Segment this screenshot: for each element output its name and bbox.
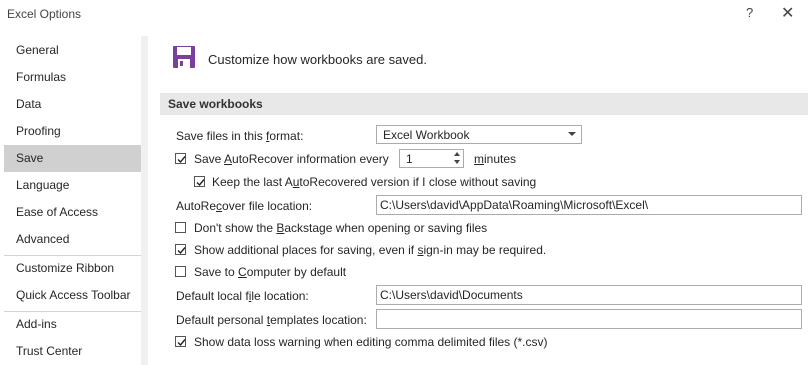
autorecover-location-label: AutoRecover file location:	[176, 199, 313, 213]
backstage-checkbox[interactable]	[175, 222, 186, 233]
sidebar-item-proofing[interactable]: Proofing	[4, 118, 141, 145]
save-format-dropdown[interactable]: Excel Workbook	[376, 125, 582, 144]
page-header: Customize how workbooks are saved.	[208, 52, 427, 67]
data-loss-warning-checkbox[interactable]	[175, 336, 186, 347]
save-format-value: Excel Workbook	[383, 128, 470, 142]
save-format-label: Save files in this format:	[176, 129, 304, 143]
title-bar: Excel Options ? ✕	[0, 0, 808, 30]
close-button[interactable]: ✕	[781, 3, 794, 23]
default-local-location-label: Default local file location:	[176, 289, 309, 303]
save-to-computer-checkbox[interactable]	[175, 266, 186, 277]
section-header: Save workbooks	[160, 93, 808, 115]
autorecover-location-input[interactable]: C:\Users\david\AppData\Roaming\Microsoft…	[376, 195, 802, 215]
autorecover-minutes-spinner[interactable]: 1	[399, 149, 464, 168]
sidebar-item-ease-of-access[interactable]: Ease of Access	[4, 199, 141, 226]
minutes-label: minutes	[474, 152, 517, 166]
default-local-location-input[interactable]: C:\Users\david\Documents	[376, 285, 802, 305]
sidebar-item-add-ins[interactable]: Add-ins	[4, 311, 141, 338]
additional-places-label: Show additional places for saving, even …	[194, 243, 547, 257]
additional-places-checkbox[interactable]	[175, 244, 186, 255]
chevron-down-icon	[568, 132, 576, 136]
sidebar-item-trust-center[interactable]: Trust Center	[4, 338, 141, 365]
sidebar-item-general[interactable]: General	[4, 37, 141, 64]
sidebar-item-save[interactable]: Save	[4, 145, 141, 172]
data-loss-warning-label: Show data loss warning when editing comm…	[194, 335, 548, 349]
options-sidebar: General Formulas Data Proofing Save Lang…	[4, 36, 142, 365]
sidebar-item-language[interactable]: Language	[4, 172, 141, 199]
autorecover-checkbox[interactable]	[175, 153, 186, 164]
window-title: Excel Options	[7, 7, 82, 21]
backstage-label: Don't show the Backstage when opening or…	[194, 221, 488, 235]
spinner-down-icon[interactable]	[454, 160, 460, 164]
autorecover-minutes-value: 1	[406, 152, 413, 166]
sidebar-item-advanced[interactable]: Advanced	[4, 226, 141, 253]
sidebar-item-formulas[interactable]: Formulas	[4, 64, 141, 91]
spinner-up-icon[interactable]	[454, 152, 460, 156]
default-templates-location-label: Default personal templates location:	[176, 313, 367, 327]
save-to-computer-label: Save to Computer by default	[194, 265, 347, 279]
save-options-pane: Customize how workbooks are saved. Save …	[148, 36, 808, 365]
help-button[interactable]: ?	[746, 5, 753, 20]
keep-last-version-label: Keep the last AutoRecovered version if I…	[212, 175, 537, 189]
pane-separator	[141, 36, 148, 365]
sidebar-item-quick-access-toolbar[interactable]: Quick Access Toolbar	[4, 282, 141, 309]
section-title: Save workbooks	[168, 97, 263, 111]
floppy-disk-icon	[172, 45, 196, 69]
autorecover-label: Save AutoRecover information every	[194, 152, 389, 166]
sidebar-item-data[interactable]: Data	[4, 91, 141, 118]
sidebar-item-customize-ribbon[interactable]: Customize Ribbon	[4, 255, 141, 282]
default-templates-location-input[interactable]	[376, 309, 802, 329]
keep-last-version-checkbox[interactable]	[194, 176, 205, 187]
